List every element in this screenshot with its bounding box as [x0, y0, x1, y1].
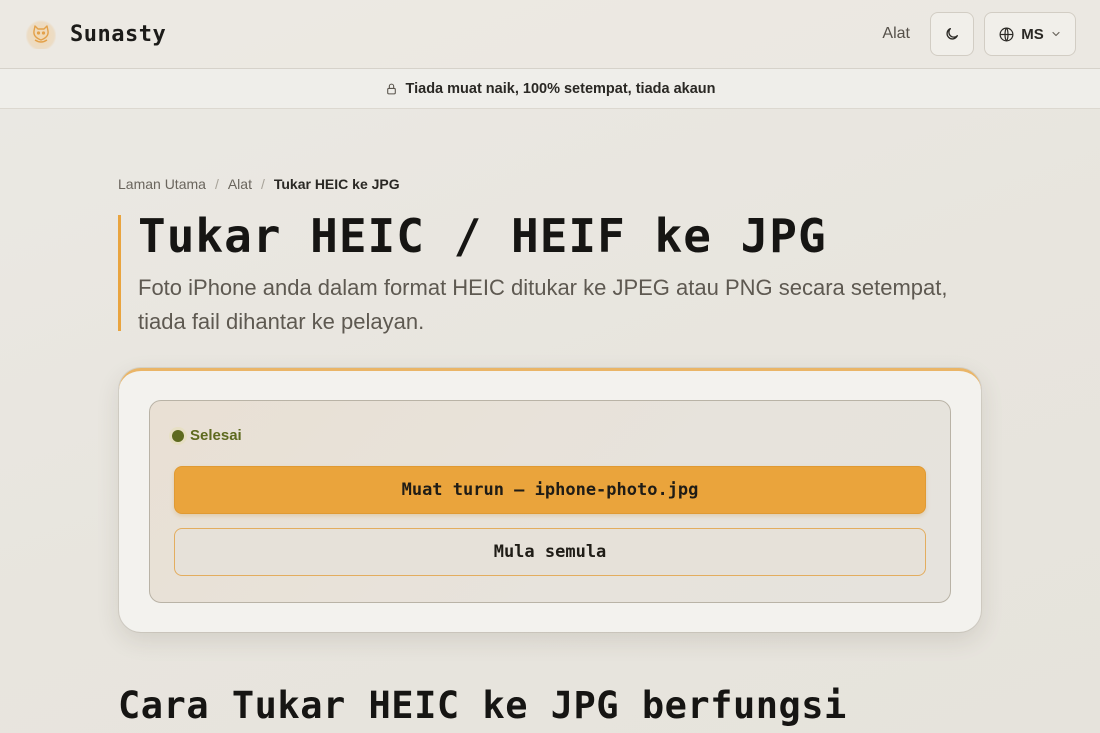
breadcrumb-home[interactable]: Laman Utama	[118, 176, 206, 192]
language-select[interactable]: MS	[984, 12, 1076, 56]
brand-link[interactable]: Sunasty	[26, 19, 166, 49]
cat-logo-icon	[26, 19, 56, 49]
page-title: Tukar HEIC / HEIF ke JPG	[138, 209, 827, 263]
breadcrumb-separator: /	[214, 176, 219, 192]
moon-icon	[946, 28, 958, 40]
chevron-down-icon	[1052, 31, 1060, 37]
brand-name: Sunasty	[70, 21, 167, 47]
language-label: MS	[1021, 25, 1044, 43]
lock-icon	[386, 83, 396, 94]
download-button[interactable]: Muat turun — iphone-photo.jpg	[174, 466, 926, 514]
status-dot-icon	[172, 429, 184, 442]
breadcrumb: Laman Utama / Alat / Tukar HEIC ke JPG	[118, 176, 400, 192]
result-panel: Selesai Muat turun — iphone-photo.jpg Mu…	[149, 400, 951, 603]
nav-link-tools[interactable]: Alat	[882, 25, 910, 43]
theme-toggle-button[interactable]	[930, 12, 974, 56]
reset-button[interactable]: Mula semula	[174, 528, 926, 576]
converter-card: Selesai Muat turun — iphone-photo.jpg Mu…	[119, 368, 981, 632]
breadcrumb-separator: /	[260, 176, 265, 192]
globe-icon	[999, 27, 1014, 41]
status-text: Selesai	[190, 427, 242, 444]
top-header: Sunasty Alat MS	[0, 0, 1100, 69]
privacy-notice-bar: Tiada muat naik, 100% setempat, tiada ak…	[0, 69, 1100, 109]
breadcrumb-tools[interactable]: Alat	[228, 176, 252, 192]
breadcrumb-current: Tukar HEIC ke JPG	[273, 176, 400, 192]
page-description: Foto iPhone anda dalam format HEIC dituk…	[138, 275, 948, 334]
status-badge: Selesai	[172, 427, 242, 444]
privacy-notice-text: Tiada muat naik, 100% setempat, tiada ak…	[405, 80, 716, 97]
how-it-works-heading: Cara Tukar HEIC ke JPG berfungsi	[118, 684, 847, 727]
hero-section: Tukar HEIC / HEIF ke JPG Foto iPhone and…	[118, 209, 978, 334]
header-nav: Alat MS	[882, 12, 1076, 56]
